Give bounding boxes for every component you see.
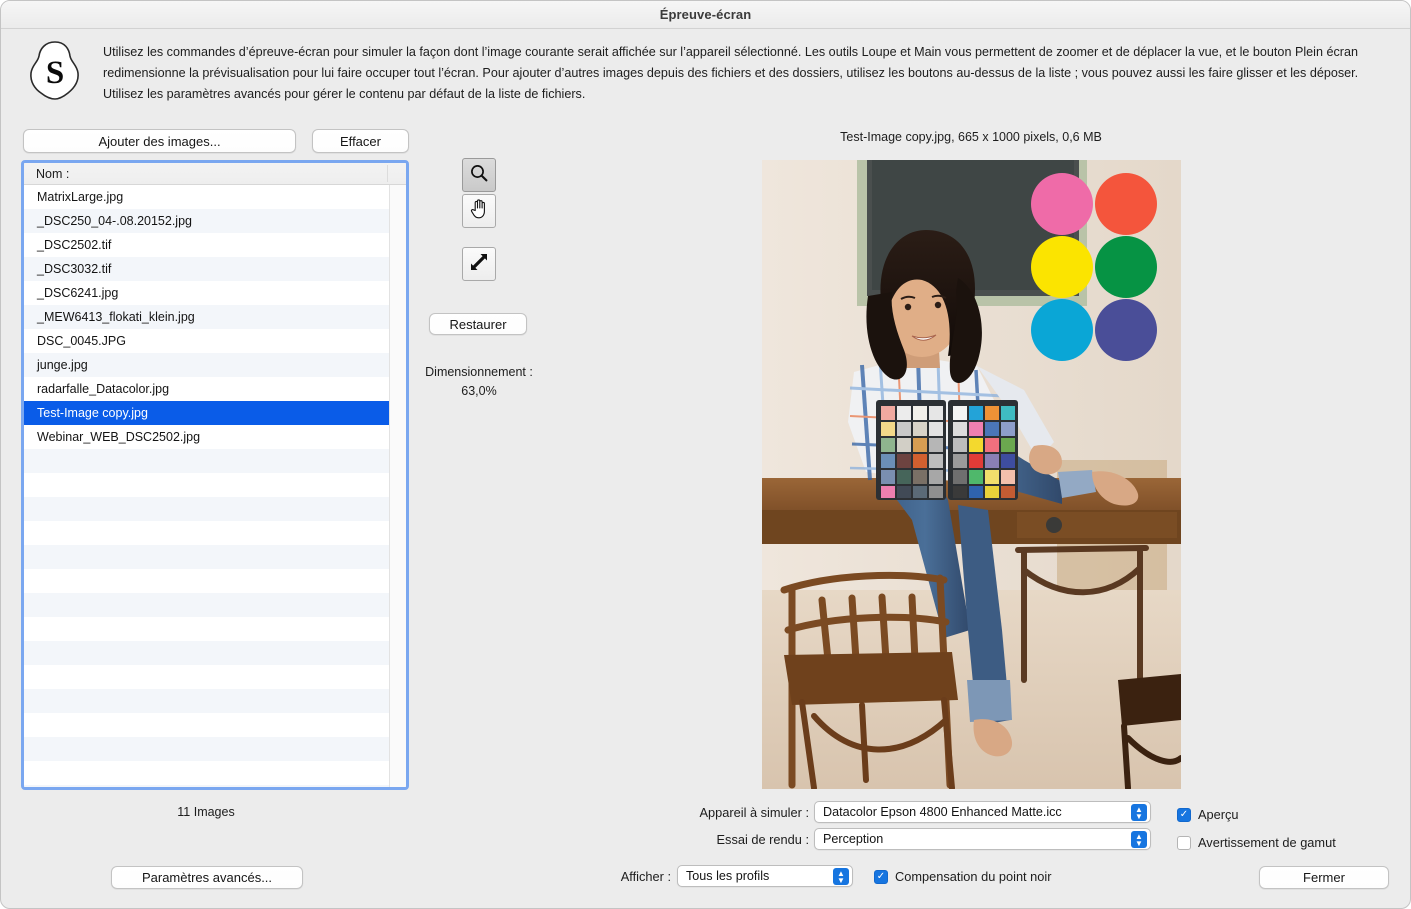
show-select[interactable]: Tous les profils ▲ ▼	[677, 865, 853, 887]
scaling-info: Dimensionnement : 63,0%	[389, 363, 569, 401]
file-list-item[interactable]: DSC_0045.JPG	[24, 329, 406, 353]
file-list-empty-row	[24, 521, 406, 545]
preview-image[interactable]	[762, 160, 1181, 789]
proof-setup-window: Épreuve-écran S Utilisez les commandes d…	[0, 0, 1411, 909]
restore-button[interactable]: Restaurer	[429, 313, 527, 335]
chevron-updown-icon: ▲ ▼	[1131, 831, 1147, 848]
gamut-warning-checkbox[interactable]: Avertissement de gamut	[1177, 835, 1336, 850]
file-list-empty-row	[24, 497, 406, 521]
preview-image-info: Test-Image copy.jpg, 665 x 1000 pixels, …	[840, 130, 1102, 144]
file-list-item[interactable]: _DSC250_04-.08.20152.jpg	[24, 209, 406, 233]
file-list-item[interactable]: _DSC6241.jpg	[24, 281, 406, 305]
black-point-compensation-label: Compensation du point noir	[895, 869, 1052, 884]
checkbox-box	[1177, 835, 1191, 850]
checkbox-box: ✓	[874, 869, 888, 884]
file-list-empty-row	[24, 785, 406, 787]
file-list[interactable]: Nom : MatrixLarge.jpg _DSC250_04-.08.2015…	[21, 160, 409, 790]
chevron-updown-icon: ▲ ▼	[833, 868, 849, 885]
checkbox-box: ✓	[1177, 807, 1191, 822]
add-images-label: Ajouter des images...	[98, 133, 221, 149]
file-list-item[interactable]: Webinar_WEB_DSC2502.jpg	[24, 425, 406, 449]
file-list-empty-row	[24, 545, 406, 569]
close-button[interactable]: Fermer	[1259, 866, 1389, 889]
header-divider	[387, 165, 388, 182]
scaling-label: Dimensionnement :	[425, 365, 533, 379]
file-list-scrollbar[interactable]	[389, 185, 406, 787]
clear-button[interactable]: Effacer	[312, 129, 409, 153]
hand-tool-button[interactable]	[462, 194, 496, 228]
file-list-item[interactable]: _MEW6413_flokati_klein.jpg	[24, 305, 406, 329]
device-label: Appareil à simuler :	[699, 805, 809, 820]
file-list-empty-row	[24, 593, 406, 617]
intent-value: Perception	[823, 832, 884, 846]
intent-label: Essai de rendu :	[716, 832, 809, 847]
hand-icon	[469, 198, 489, 224]
magnifier-icon	[469, 163, 489, 188]
file-list-item[interactable]: Test-Image copy.jpg	[24, 401, 406, 425]
fullscreen-arrows-icon	[469, 252, 489, 277]
file-list-rows[interactable]: MatrixLarge.jpg _DSC250_04-.08.20152.jpg _…	[24, 185, 406, 787]
advanced-settings-label: Paramètres avancés...	[141, 870, 273, 885]
clear-label: Effacer	[340, 133, 381, 149]
header-panel: S Utilisez les commandes d’épreuve-écran…	[1, 30, 1410, 122]
window-titlebar: Épreuve-écran	[1, 1, 1410, 29]
zoom-tool-button[interactable]	[462, 158, 496, 192]
file-list-empty-row	[24, 737, 406, 761]
file-list-empty-row	[24, 473, 406, 497]
file-list-empty-row	[24, 641, 406, 665]
window-title: Épreuve-écran	[659, 7, 752, 22]
file-list-empty-row	[24, 569, 406, 593]
file-list-item[interactable]: _DSC2502.tif	[24, 233, 406, 257]
show-label: Afficher :	[620, 869, 671, 884]
file-list-empty-row	[24, 689, 406, 713]
svg-text:S: S	[46, 55, 64, 91]
restore-label: Restaurer	[449, 316, 507, 332]
file-list-empty-row	[24, 449, 406, 473]
image-count-label: 11 Images	[177, 805, 235, 819]
show-value: Tous les profils	[686, 869, 770, 883]
panel-description: Utilisez les commandes d’épreuve-écran p…	[103, 45, 1359, 101]
chevron-updown-icon: ▲ ▼	[1131, 804, 1147, 821]
preview-checkbox[interactable]: ✓ Aperçu	[1177, 807, 1239, 822]
intent-select[interactable]: Perception ▲ ▼	[814, 828, 1151, 850]
black-point-compensation-checkbox[interactable]: ✓ Compensation du point noir	[874, 869, 1052, 884]
device-value: Datacolor Epson 4800 Enhanced Matte.icc	[823, 805, 1062, 819]
file-list-empty-row	[24, 617, 406, 641]
preview-checkbox-label: Aperçu	[1198, 807, 1239, 822]
fullscreen-button[interactable]	[462, 247, 496, 281]
file-list-item[interactable]: _DSC3032.tif	[24, 257, 406, 281]
file-list-header: Nom :	[24, 163, 406, 185]
scaling-value: 63,0%	[461, 384, 497, 398]
file-list-empty-row	[24, 665, 406, 689]
column-header-name: Nom :	[36, 166, 70, 181]
gamut-warning-label: Avertissement de gamut	[1198, 835, 1336, 850]
close-label: Fermer	[1303, 870, 1345, 885]
device-select[interactable]: Datacolor Epson 4800 Enhanced Matte.icc …	[814, 801, 1151, 823]
advanced-settings-button[interactable]: Paramètres avancés...	[111, 866, 303, 889]
app-logo-icon: S	[25, 40, 85, 102]
file-list-item[interactable]: radarfalle_Datacolor.jpg	[24, 377, 406, 401]
file-list-empty-row	[24, 761, 406, 785]
file-list-item[interactable]: MatrixLarge.jpg	[24, 185, 406, 209]
file-list-item[interactable]: junge.jpg	[24, 353, 406, 377]
add-images-button[interactable]: Ajouter des images...	[23, 129, 296, 153]
file-list-empty-row	[24, 713, 406, 737]
